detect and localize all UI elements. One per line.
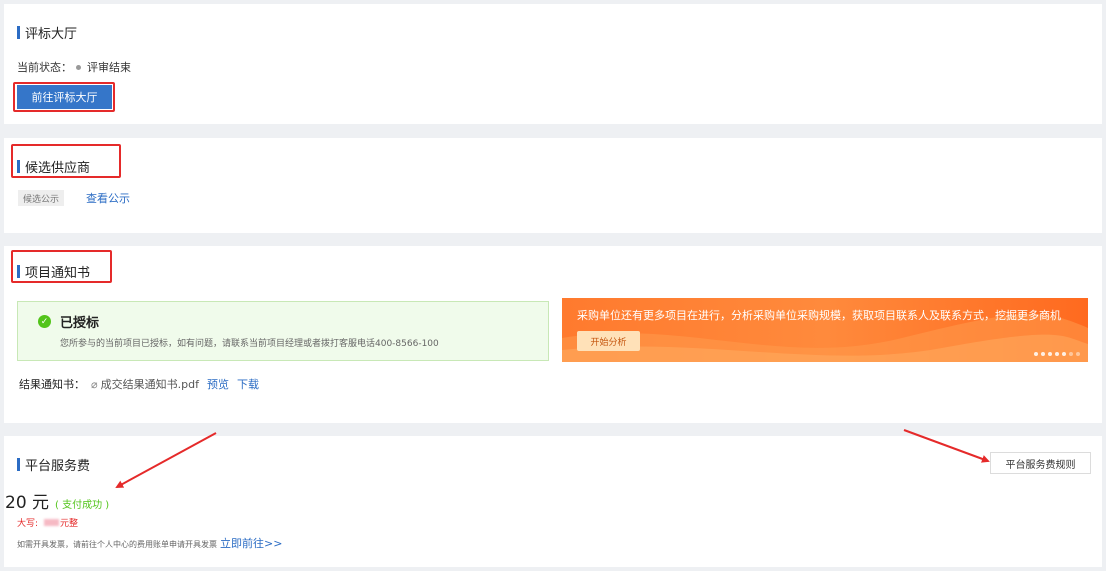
pay-status: ( 支付成功 ) xyxy=(55,500,110,511)
carousel-dots[interactable] xyxy=(1034,352,1080,356)
capital-label: 大写: xyxy=(17,519,39,529)
carousel-dot[interactable] xyxy=(1069,352,1073,356)
service-fee-title-text: 平台服务费 xyxy=(25,459,91,474)
redacted-amount xyxy=(44,519,60,526)
invoice-go-link[interactable]: 立即前往>> xyxy=(220,535,282,551)
capital-suffix: 元整 xyxy=(60,519,79,529)
download-link[interactable]: 下载 xyxy=(237,376,259,392)
result-label: 结果通知书： xyxy=(19,378,85,391)
status-value: 评审结束 xyxy=(87,61,131,74)
candidate-card: 候选供应商 候选公示 查看公示 xyxy=(4,138,1102,233)
carousel-dot[interactable] xyxy=(1055,352,1059,356)
status-label: 当前状态： xyxy=(17,61,72,74)
status-row: 当前状态： 评审结束 xyxy=(17,59,131,75)
annotation-highlight-box xyxy=(11,144,121,178)
award-status-title: 已授标 xyxy=(60,316,100,331)
fee-amount-row: 20 元 ( 支付成功 ) xyxy=(5,488,109,513)
paperclip-icon: ⌀ xyxy=(91,377,98,391)
service-fee-title: 平台服务费 xyxy=(17,455,90,474)
bid-hall-title-text: 评标大厅 xyxy=(25,27,78,42)
bid-hall-title: 评标大厅 xyxy=(17,23,77,42)
award-status-desc: 您所参与的当前项目已授标，如有问题，请联系当前项目经理或者拨打客服电话400-8… xyxy=(60,339,439,349)
status-dot-icon xyxy=(76,64,81,70)
preview-link[interactable]: 预览 xyxy=(207,376,229,392)
notice-card: 项目通知书 ✓ 已授标 您所参与的当前项目已授标，如有问题，请联系当前项目经理或… xyxy=(4,246,1102,423)
award-success-alert: ✓ 已授标 您所参与的当前项目已授标，如有问题，请联系当前项目经理或者拨打客服电… xyxy=(17,301,549,361)
start-analysis-button[interactable]: 开始分析 xyxy=(577,331,640,351)
result-notice-row: 结果通知书： ⌀ 成交结果通知书.pdf 预览 下载 xyxy=(19,376,267,392)
view-public-link[interactable]: 查看公示 xyxy=(86,190,130,206)
banner-text: 采购单位还有更多项目在进行，分析采购单位采购规模，获取项目联系人及联系方式，挖掘… xyxy=(577,309,1061,322)
carousel-dot[interactable] xyxy=(1034,352,1038,356)
check-circle-icon: ✓ xyxy=(38,315,51,328)
title-bar xyxy=(17,26,20,39)
promo-banner[interactable]: 采购单位还有更多项目在进行，分析采购单位采购规模，获取项目联系人及联系方式，挖掘… xyxy=(562,298,1088,362)
carousel-dot[interactable] xyxy=(1062,352,1066,356)
service-fee-card: 平台服务费 20 元 ( 支付成功 ) 大写: 元整 如需开具发票，请前往个人中… xyxy=(4,436,1102,567)
carousel-dot[interactable] xyxy=(1076,352,1080,356)
fee-amount: 20 元 xyxy=(5,493,50,513)
annotation-highlight-box xyxy=(11,250,112,283)
title-bar xyxy=(17,458,20,471)
fee-rule-button[interactable]: 平台服务费规则 xyxy=(990,452,1091,474)
candidate-tag: 候选公示 xyxy=(18,190,65,206)
annotation-highlight-box xyxy=(13,82,115,112)
capital-amount-row: 大写: 元整 xyxy=(17,516,78,529)
invoice-hint: 如需开具发票，请前往个人中心的费用账单申请开具发票 xyxy=(17,540,217,549)
bid-hall-card: 评标大厅 当前状态： 评审结束 前往评标大厅 xyxy=(4,4,1102,124)
invoice-row: 如需开具发票，请前往个人中心的费用账单申请开具发票 立即前往>> xyxy=(17,535,282,551)
result-file-name: 成交结果通知书.pdf xyxy=(100,378,199,391)
carousel-dot[interactable] xyxy=(1041,352,1045,356)
carousel-dot[interactable] xyxy=(1048,352,1052,356)
